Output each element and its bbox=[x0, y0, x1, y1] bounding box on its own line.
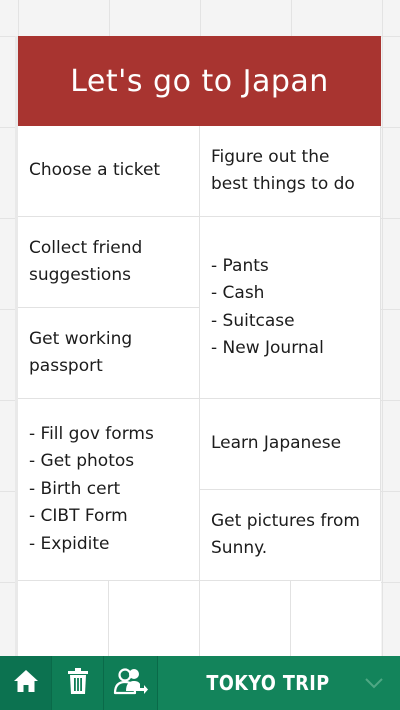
card-text: Get pictures from Sunny. bbox=[211, 510, 360, 559]
card-text: Collect friend suggestions bbox=[29, 237, 143, 286]
card-friend-suggestions[interactable]: Collect friend suggestions bbox=[18, 217, 200, 308]
card-text: Learn Japanese bbox=[211, 433, 342, 454]
trash-icon bbox=[66, 667, 90, 699]
empty-cell[interactable] bbox=[18, 581, 109, 656]
board: Let's go to Japan Choose a ticket Figure… bbox=[18, 36, 381, 656]
empty-cell[interactable] bbox=[109, 581, 200, 656]
bottom-toolbar: TOKYO TRIP bbox=[0, 656, 400, 710]
card-text: Get working passport bbox=[29, 328, 133, 377]
card-best-things[interactable]: Figure out the best things to do bbox=[200, 126, 381, 217]
card-learn-japanese[interactable]: Learn Japanese bbox=[200, 399, 381, 490]
card-working-passport[interactable]: Get working passport bbox=[18, 308, 200, 399]
card-text: Figure out the best things to do bbox=[211, 146, 355, 195]
empty-cell[interactable] bbox=[200, 581, 291, 656]
empty-cell[interactable] bbox=[291, 581, 381, 656]
card-pictures-sunny[interactable]: Get pictures from Sunny. bbox=[200, 490, 381, 581]
board-name: TOKYO TRIP bbox=[206, 671, 330, 695]
home-button[interactable] bbox=[0, 656, 52, 710]
board-title: Let's go to Japan bbox=[70, 63, 329, 99]
card-text: - Pants - Cash - Suitcase - New Journal bbox=[211, 255, 324, 359]
share-users-icon bbox=[113, 667, 149, 699]
card-choose-ticket[interactable]: Choose a ticket bbox=[18, 126, 200, 217]
board-selector[interactable]: TOKYO TRIP bbox=[158, 656, 400, 710]
board-header[interactable]: Let's go to Japan bbox=[18, 36, 381, 126]
card-passport-tasks[interactable]: - Fill gov forms - Get photos - Birth ce… bbox=[18, 399, 200, 581]
delete-button[interactable] bbox=[52, 656, 104, 710]
chevron-down-icon bbox=[364, 674, 384, 693]
home-icon bbox=[12, 668, 40, 698]
card-text: Choose a ticket bbox=[29, 160, 161, 181]
share-button[interactable] bbox=[104, 656, 158, 710]
card-packing-list[interactable]: - Pants - Cash - Suitcase - New Journal bbox=[200, 217, 381, 399]
card-text: - Fill gov forms - Get photos - Birth ce… bbox=[29, 423, 154, 554]
